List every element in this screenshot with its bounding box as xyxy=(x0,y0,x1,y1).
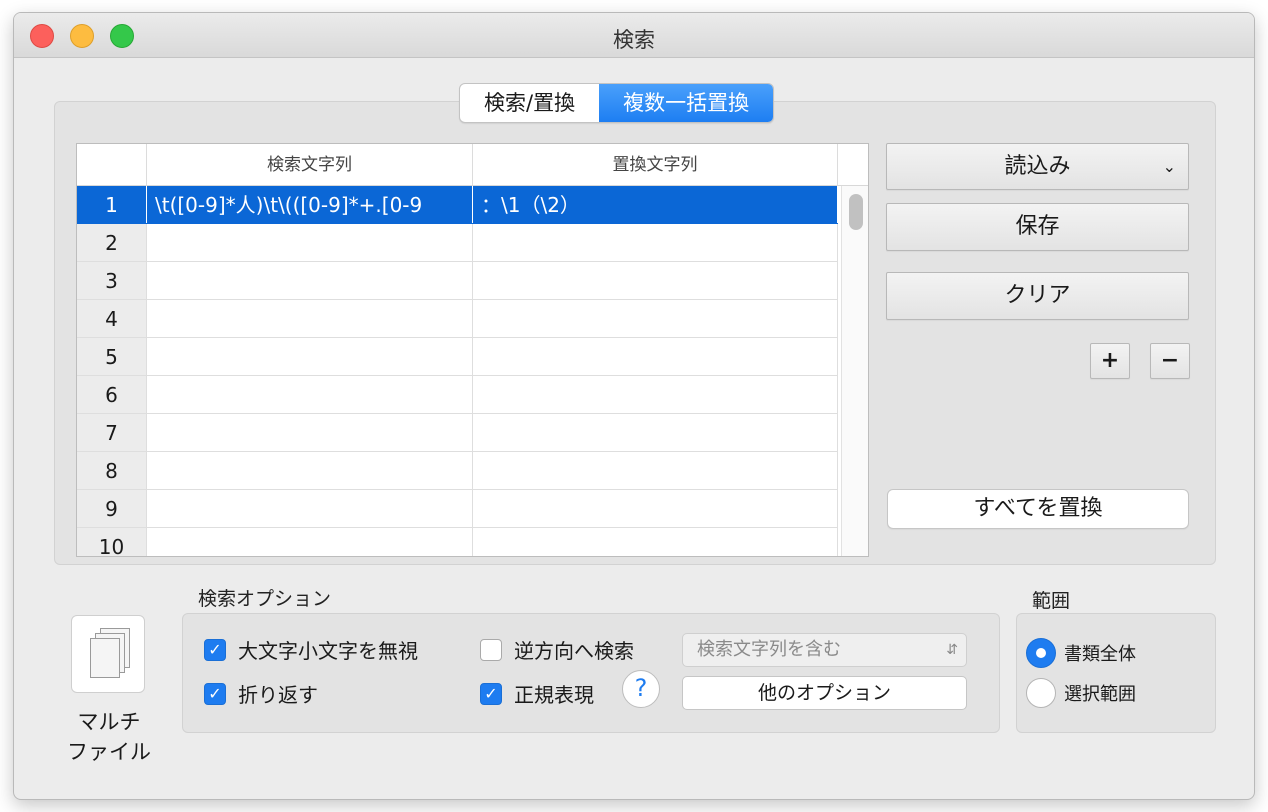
replace-string-cell[interactable] xyxy=(473,414,838,451)
header-number xyxy=(77,144,147,185)
range-whole-label: 書類全体 xyxy=(1064,644,1136,665)
search-string-cell[interactable]: \t([0-9]*人)\t\(([0-9]*+.[0-9 xyxy=(147,186,473,223)
checkmark-icon: ✓ xyxy=(204,682,226,705)
replace-string-cell[interactable] xyxy=(473,452,838,489)
chevron-down-icon: ⌄ xyxy=(1162,157,1176,176)
row-number: 4 xyxy=(77,300,147,337)
add-row-button[interactable]: + xyxy=(1090,343,1130,379)
scrollbar-thumb[interactable] xyxy=(849,194,863,230)
help-button[interactable]: ? xyxy=(622,670,660,708)
replace-table[interactable]: 検索文字列 置換文字列 1 \t([0-9]*人)\t\(([0-9]*+.[0… xyxy=(76,143,869,557)
clear-button[interactable]: クリア xyxy=(886,272,1189,320)
replace-string-cell[interactable] xyxy=(473,490,838,527)
header-search-string[interactable]: 検索文字列 xyxy=(147,144,473,185)
wrap-checkbox[interactable]: ✓ 折り返す xyxy=(204,679,318,708)
tab-search-replace[interactable]: 検索/置換 xyxy=(460,84,599,122)
replace-string-cell[interactable]: ：\1（\2） xyxy=(473,186,838,223)
search-options-panel xyxy=(182,613,1000,733)
row-number: 10 xyxy=(77,528,147,556)
remove-row-button[interactable]: − xyxy=(1150,343,1190,379)
match-mode-select[interactable]: 検索文字列を含む ⇵ xyxy=(682,633,967,667)
table-row[interactable]: 9 xyxy=(77,490,838,528)
multi-file-button[interactable] xyxy=(71,615,145,693)
checkmark-icon: ✓ xyxy=(204,638,226,661)
search-options-title: 検索オプション xyxy=(198,588,332,610)
updown-arrows-icon: ⇵ xyxy=(946,642,958,658)
radio-empty-icon xyxy=(1026,678,1056,708)
search-string-cell[interactable] xyxy=(147,490,473,527)
save-button[interactable]: 保存 xyxy=(886,203,1189,251)
range-title: 範囲 xyxy=(1032,590,1071,612)
table-header: 検索文字列 置換文字列 xyxy=(77,144,868,186)
load-popup-button[interactable]: 読込み ⌄ xyxy=(886,143,1189,190)
reverse-search-checkbox[interactable]: 逆方向へ検索 xyxy=(480,635,634,664)
other-options-button[interactable]: 他のオプション xyxy=(682,676,967,710)
multi-file-label-line2: ファイル xyxy=(67,740,151,764)
regex-label: 正規表現 xyxy=(514,683,594,707)
row-number: 5 xyxy=(77,338,147,375)
tab-multi-replace[interactable]: 複数一括置換 xyxy=(599,84,774,122)
search-string-cell[interactable] xyxy=(147,376,473,413)
table-row[interactable]: 2 xyxy=(77,224,838,262)
documents-icon xyxy=(90,638,120,678)
load-label: 読込み xyxy=(1004,154,1071,179)
table-row[interactable]: 4 xyxy=(77,300,838,338)
row-number: 9 xyxy=(77,490,147,527)
replace-string-cell[interactable] xyxy=(473,528,838,556)
search-string-cell[interactable] xyxy=(147,262,473,299)
replace-all-button[interactable]: すべてを置換 xyxy=(887,489,1189,529)
row-number: 8 xyxy=(77,452,147,489)
table-row[interactable]: 8 xyxy=(77,452,838,490)
replace-string-cell[interactable] xyxy=(473,224,838,261)
table-rows: 1 \t([0-9]*人)\t\(([0-9]*+.[0-9 ：\1（\2） 2… xyxy=(77,186,838,556)
table-row[interactable]: 10 xyxy=(77,528,838,556)
row-number: 3 xyxy=(77,262,147,299)
ignore-case-checkbox[interactable]: ✓ 大文字小文字を無視 xyxy=(204,635,418,664)
row-number: 2 xyxy=(77,224,147,261)
replace-string-cell[interactable] xyxy=(473,338,838,375)
mode-tabs: 検索/置換 複数一括置換 xyxy=(459,83,775,123)
match-mode-value: 検索文字列を含む xyxy=(697,639,841,660)
checkmark-icon: ✓ xyxy=(480,682,502,705)
range-whole-radio[interactable]: 書類全体 xyxy=(1026,638,1136,668)
row-number: 6 xyxy=(77,376,147,413)
replace-string-cell[interactable] xyxy=(473,376,838,413)
range-selection-radio[interactable]: 選択範囲 xyxy=(1026,678,1136,708)
checkbox-empty-icon xyxy=(480,638,502,661)
regex-checkbox[interactable]: ✓ 正規表現 xyxy=(480,679,594,708)
table-row[interactable]: 6 xyxy=(77,376,838,414)
search-string-cell[interactable] xyxy=(147,528,473,556)
replace-string-cell[interactable] xyxy=(473,262,838,299)
multi-file-label-line1: マルチ xyxy=(77,710,141,734)
header-spacer xyxy=(838,144,868,185)
table-row[interactable]: 7 xyxy=(77,414,838,452)
window-title: 検索 xyxy=(613,28,655,52)
row-number: 1 xyxy=(77,186,147,223)
ignore-case-label: 大文字小文字を無視 xyxy=(238,639,418,663)
reverse-search-label: 逆方向へ検索 xyxy=(514,639,634,663)
table-row[interactable]: 3 xyxy=(77,262,838,300)
row-number: 7 xyxy=(77,414,147,451)
search-string-cell[interactable] xyxy=(147,338,473,375)
wrap-label: 折り返す xyxy=(238,683,318,707)
search-window: 検索 検索/置換 複数一括置換 検索文字列 置換文字列 1 \t([0-9]*人… xyxy=(13,12,1255,800)
search-string-cell[interactable] xyxy=(147,414,473,451)
table-row[interactable]: 5 xyxy=(77,338,838,376)
replace-string-cell[interactable] xyxy=(473,300,838,337)
search-string-cell[interactable] xyxy=(147,452,473,489)
radio-selected-icon xyxy=(1026,638,1056,668)
range-panel xyxy=(1016,613,1216,733)
header-replace-string[interactable]: 置換文字列 xyxy=(473,144,838,185)
multi-file-label: マルチ ファイル xyxy=(54,707,164,767)
search-string-cell[interactable] xyxy=(147,224,473,261)
title-bar: 検索 xyxy=(14,13,1254,58)
search-string-cell[interactable] xyxy=(147,300,473,337)
table-row[interactable]: 1 \t([0-9]*人)\t\(([0-9]*+.[0-9 ：\1（\2） xyxy=(77,186,838,224)
range-selection-label: 選択範囲 xyxy=(1064,684,1136,705)
table-scrollbar[interactable] xyxy=(841,186,868,556)
